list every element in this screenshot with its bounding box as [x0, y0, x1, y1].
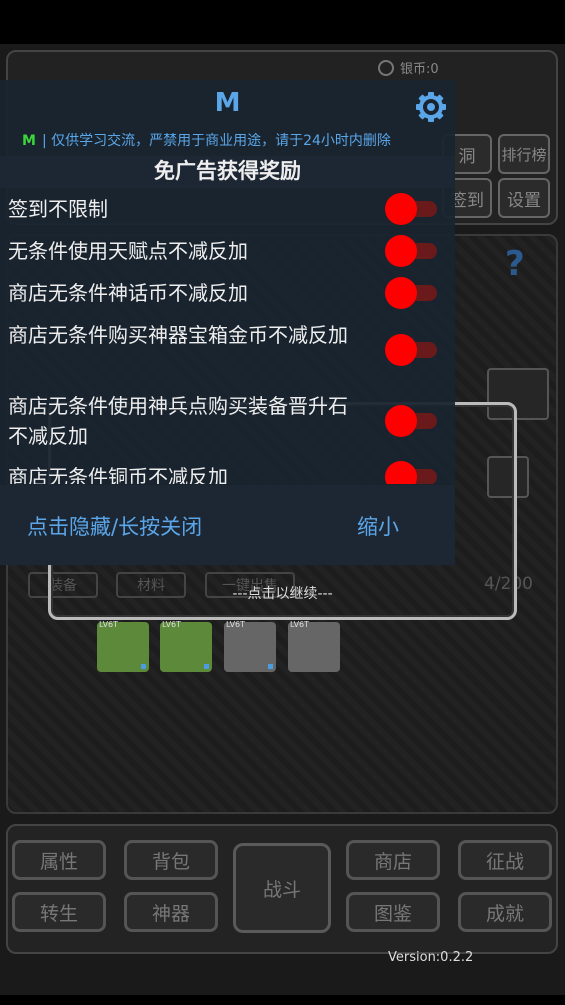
- option-label: 商店无条件使用神兵点购买装备晋升石不减反加: [8, 394, 348, 448]
- battle-button[interactable]: 战斗: [233, 843, 331, 933]
- notice-text: | 仅供学习交流，严禁用于商业用途，请于24小时内删除: [41, 133, 391, 149]
- item-level-tag: LV6T: [99, 620, 119, 629]
- option-toggle[interactable]: [385, 404, 437, 437]
- list-item: 商店无条件铜币不减反加: [0, 456, 455, 484]
- attributes-button[interactable]: 属性: [12, 840, 106, 880]
- help-icon[interactable]: ?: [505, 244, 525, 284]
- hide-close-button[interactable]: 点击隐藏/长按关闭: [27, 511, 202, 541]
- list-item: 商店无条件使用神兵点购买装备晋升石不减反加: [0, 385, 455, 456]
- inventory-item[interactable]: LV6T: [224, 620, 276, 672]
- list-item: 商店无条件神话币不减反加: [0, 272, 455, 314]
- silver-label: 银币:0: [400, 62, 439, 77]
- settings-button[interactable]: 设置: [498, 178, 550, 218]
- option-label: 签到不限制: [8, 197, 108, 221]
- option-toggle[interactable]: [385, 193, 437, 225]
- item-marker-icon: [141, 664, 146, 669]
- leaderboard-button[interactable]: 排行榜: [498, 134, 550, 174]
- inventory-item[interactable]: LV6T: [288, 620, 340, 672]
- artifact-button[interactable]: 神器: [124, 892, 218, 932]
- version-label: Version:0.2.2: [388, 950, 474, 965]
- expedition-button[interactable]: 征战: [458, 840, 552, 880]
- disclaimer-notice: M | 仅供学习交流，严禁用于商业用途，请于24小时内删除: [0, 130, 455, 156]
- option-toggle[interactable]: [385, 333, 437, 366]
- menu-header: M: [0, 80, 455, 130]
- inventory-item[interactable]: LV6T: [160, 620, 212, 672]
- gear-icon[interactable]: [415, 91, 447, 123]
- achievement-button[interactable]: 成就: [458, 892, 552, 932]
- silver-coin-icon: [378, 60, 394, 76]
- continue-prompt: ---点击以继续---: [232, 586, 333, 602]
- menu-footer: 点击隐藏/长按关闭 缩小: [0, 485, 455, 565]
- codex-button[interactable]: 图鉴: [346, 892, 440, 932]
- cheat-option-list[interactable]: 签到不限制 无条件使用天赋点不减反加 商店无条件神话币不减反加 商店无条件购买神…: [0, 188, 455, 484]
- item-marker-icon: [268, 664, 273, 669]
- menu-title: M: [214, 88, 241, 118]
- option-toggle[interactable]: [385, 461, 437, 484]
- section-title: 免广告获得奖励: [0, 156, 455, 188]
- minimize-button[interactable]: 缩小: [357, 511, 399, 541]
- notice-tag: M: [22, 133, 36, 149]
- option-label: 商店无条件购买神器宝箱金币不减反加: [8, 323, 348, 347]
- shop-button[interactable]: 商店: [346, 840, 440, 880]
- option-label: 商店无条件神话币不减反加: [8, 281, 248, 305]
- option-toggle[interactable]: [385, 277, 437, 309]
- option-label: 无条件使用天赋点不减反加: [8, 239, 248, 263]
- item-marker-icon: [204, 664, 209, 669]
- rebirth-button[interactable]: 转生: [12, 892, 106, 932]
- list-item: 签到不限制: [0, 188, 455, 230]
- item-level-tag: LV6T: [290, 620, 310, 629]
- inventory-item[interactable]: LV6T: [97, 620, 149, 672]
- backpack-button[interactable]: 背包: [124, 840, 218, 880]
- mod-menu: M M | 仅供学习交流，严禁用于商业用途，请于24小时内删除 免广告获得奖励 签…: [0, 80, 455, 565]
- silver-display: 银币:0: [378, 58, 439, 77]
- list-item: 无条件使用天赋点不减反加: [0, 230, 455, 272]
- option-label: 商店无条件铜币不减反加: [8, 465, 228, 484]
- list-item: 商店无条件购买神器宝箱金币不减反加: [0, 314, 455, 385]
- item-level-tag: LV6T: [226, 620, 246, 629]
- item-level-tag: LV6T: [162, 620, 182, 629]
- option-toggle[interactable]: [385, 235, 437, 267]
